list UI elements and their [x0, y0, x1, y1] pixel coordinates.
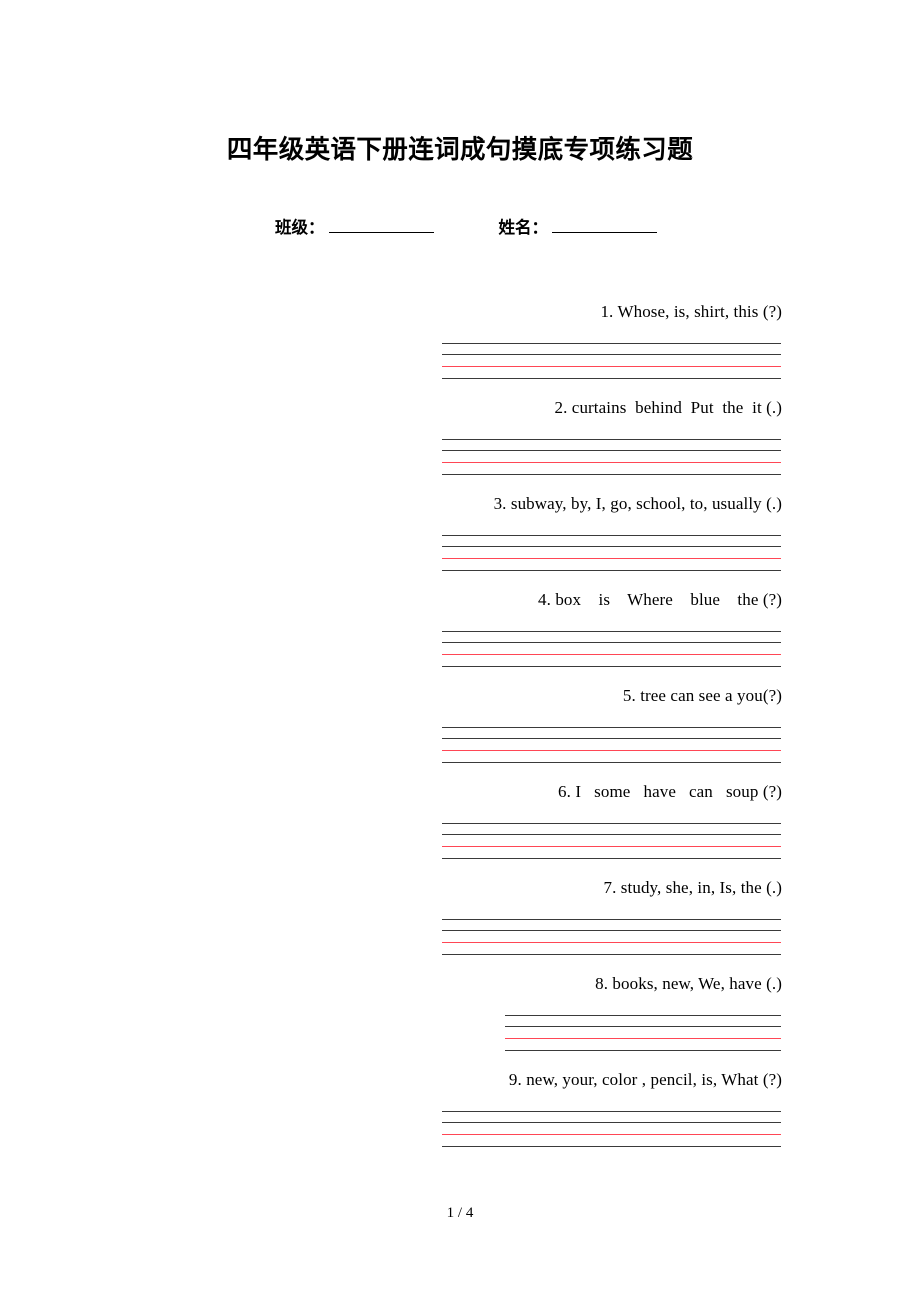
guide-line-top [442, 535, 781, 536]
page-title: 四年级英语下册连词成句摸底专项练习题 [226, 135, 694, 165]
guide-line-top [442, 1111, 781, 1112]
answer-writing-lines[interactable] [505, 1015, 781, 1055]
guide-line-upper-mid [442, 450, 781, 451]
answer-writing-lines[interactable] [442, 1111, 781, 1151]
name-field: 姓名： [498, 216, 657, 240]
guide-line-red-baseline [505, 1038, 781, 1039]
question-text: 2. curtains behind Put the it (.) [554, 398, 782, 417]
guide-line-bottom [442, 570, 781, 571]
guide-line-upper-mid [442, 834, 781, 835]
guide-line-top [442, 727, 781, 728]
answer-writing-lines[interactable] [442, 919, 781, 959]
guide-line-red-baseline [442, 654, 781, 655]
guide-line-red-baseline [442, 942, 781, 943]
name-blank-input[interactable] [552, 218, 657, 233]
answer-writing-lines[interactable] [442, 631, 781, 671]
guide-line-red-baseline [442, 462, 781, 463]
question-text: 3. subway, by, I, go, school, to, usuall… [493, 494, 782, 513]
question-item: 8. books, new, We, have (.) [0, 972, 920, 1068]
guide-line-bottom [442, 666, 781, 667]
guide-line-top [442, 919, 781, 920]
answer-writing-lines[interactable] [442, 823, 781, 863]
guide-line-top [442, 343, 781, 344]
question-text: 5. tree can see a you(?) [622, 686, 782, 705]
guide-line-bottom [442, 378, 781, 379]
guide-line-top [442, 439, 781, 440]
question-item: 4. box is Where blue the (?) [0, 588, 920, 684]
question-text: 4. box is Where blue the (?) [538, 590, 782, 609]
question-item: 5. tree can see a you(?) [0, 684, 920, 780]
guide-line-top [442, 823, 781, 824]
guide-line-bottom [505, 1050, 781, 1051]
guide-line-red-baseline [442, 366, 781, 367]
page-number-footer: 1 / 4 [446, 1205, 474, 1221]
student-info-row: 班级： 姓名： [275, 216, 657, 240]
guide-line-bottom [442, 1146, 781, 1147]
answer-writing-lines[interactable] [442, 727, 781, 767]
guide-line-upper-mid [442, 546, 781, 547]
question-text: 1. Whose, is, shirt, this (?) [600, 302, 782, 321]
question-text: 8. books, new, We, have (.) [595, 974, 782, 993]
question-item: 2. curtains behind Put the it (.) [0, 396, 920, 492]
guide-line-red-baseline [442, 750, 781, 751]
answer-writing-lines[interactable] [442, 535, 781, 575]
question-text: 9. new, your, color , pencil, is, What (… [508, 1070, 782, 1089]
guide-line-bottom [442, 762, 781, 763]
name-label: 姓名： [498, 218, 549, 237]
class-label: 班级： [275, 218, 325, 237]
guide-line-upper-mid [505, 1026, 781, 1027]
guide-line-upper-mid [442, 738, 781, 739]
guide-line-top [505, 1015, 781, 1016]
question-item: 7. study, she, in, Is, the (.) [0, 876, 920, 972]
class-blank-input[interactable] [328, 218, 434, 233]
question-item: 1. Whose, is, shirt, this (?) [0, 300, 920, 396]
answer-writing-lines[interactable] [442, 343, 781, 383]
guide-line-upper-mid [442, 354, 781, 355]
question-text: 7. study, she, in, Is, the (.) [603, 878, 782, 897]
guide-line-bottom [442, 954, 781, 955]
question-item: 6. I some have can soup (?) [0, 780, 920, 876]
question-item: 3. subway, by, I, go, school, to, usuall… [0, 492, 920, 588]
class-field: 班级： [275, 216, 434, 240]
guide-line-bottom [442, 474, 781, 475]
guide-line-red-baseline [442, 1134, 781, 1135]
question-list: 1. Whose, is, shirt, this (?) 2. curtain… [0, 300, 920, 1164]
answer-writing-lines[interactable] [442, 439, 781, 479]
guide-line-upper-mid [442, 1122, 781, 1123]
question-text: 6. I some have can soup (?) [558, 782, 782, 801]
guide-line-upper-mid [442, 642, 781, 643]
guide-line-red-baseline [442, 558, 781, 559]
worksheet-page: 四年级英语下册连词成句摸底专项练习题 班级： 姓名： 1. Whose, is,… [0, 0, 920, 1302]
guide-line-top [442, 631, 781, 632]
guide-line-upper-mid [442, 930, 781, 931]
guide-line-bottom [442, 858, 781, 859]
question-item: 9. new, your, color , pencil, is, What (… [0, 1068, 920, 1164]
guide-line-red-baseline [442, 846, 781, 847]
